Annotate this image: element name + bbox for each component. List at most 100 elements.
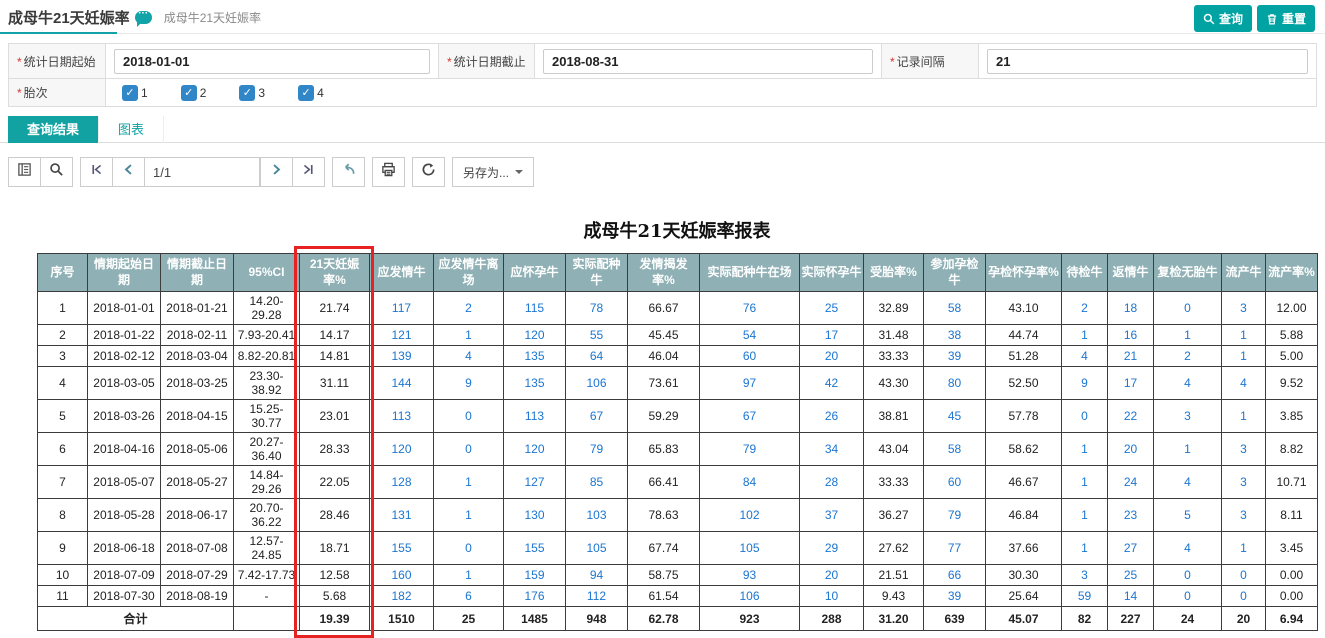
cell-link[interactable]: 4 [434,346,504,367]
report-tree-button[interactable] [8,157,41,187]
cell-link[interactable]: 3 [1222,433,1266,466]
cell-link[interactable]: 4 [1154,367,1222,400]
cell-link[interactable]: 37 [800,499,864,532]
cell-link[interactable]: 17 [800,325,864,346]
cell-link[interactable]: 102 [700,499,800,532]
cell-link[interactable]: 25 [1108,565,1154,586]
cell-link[interactable]: 20 [800,565,864,586]
tab-chart[interactable]: 图表 [98,116,164,143]
cell-link[interactable]: 77 [924,532,986,565]
cell-link[interactable]: 21 [1108,346,1154,367]
cell-link[interactable]: 16 [1108,325,1154,346]
cell-link[interactable]: 120 [504,433,566,466]
search-button[interactable] [40,157,73,187]
cell-link[interactable]: 3 [1062,565,1108,586]
cell-link[interactable]: 67 [566,400,628,433]
cell-link[interactable]: 113 [370,400,434,433]
cell-link[interactable]: 0 [434,532,504,565]
cell-link[interactable]: 28 [800,466,864,499]
cell-link[interactable]: 55 [566,325,628,346]
parity-checkbox-2[interactable]: ✓2 [181,85,207,101]
cell-link[interactable]: 23 [1108,499,1154,532]
cell-link[interactable]: 10 [800,586,864,607]
cell-link[interactable]: 1 [434,325,504,346]
cell-link[interactable]: 58 [924,292,986,325]
tab-query-results[interactable]: 查询结果 [8,116,98,143]
cell-link[interactable]: 0 [434,433,504,466]
page-number-input[interactable] [144,157,260,187]
cell-link[interactable]: 54 [700,325,800,346]
cell-link[interactable]: 27 [1108,532,1154,565]
cell-link[interactable]: 1 [1222,346,1266,367]
cell-link[interactable]: 105 [700,532,800,565]
save-as-dropdown[interactable]: 另存为... [452,157,534,187]
cell-link[interactable]: 144 [370,367,434,400]
cell-link[interactable]: 4 [1154,466,1222,499]
cell-link[interactable]: 106 [700,586,800,607]
cell-link[interactable]: 0 [1154,292,1222,325]
cell-link[interactable]: 45 [924,400,986,433]
cell-link[interactable]: 0 [1222,565,1266,586]
cell-link[interactable]: 128 [370,466,434,499]
cell-link[interactable]: 182 [370,586,434,607]
cell-link[interactable]: 131 [370,499,434,532]
cell-link[interactable]: 1 [434,499,504,532]
cell-link[interactable]: 14 [1108,586,1154,607]
cell-link[interactable]: 5 [1154,499,1222,532]
start-date-input[interactable] [114,49,430,74]
cell-link[interactable]: 3 [1154,400,1222,433]
cell-link[interactable]: 0 [1154,586,1222,607]
cell-link[interactable]: 4 [1062,346,1108,367]
cell-link[interactable]: 155 [370,532,434,565]
cell-link[interactable]: 20 [1108,433,1154,466]
cell-link[interactable]: 76 [700,292,800,325]
reset-button[interactable]: 重置 [1257,5,1315,32]
cell-link[interactable]: 60 [700,346,800,367]
cell-link[interactable]: 94 [566,565,628,586]
cell-link[interactable]: 105 [566,532,628,565]
cell-link[interactable]: 103 [566,499,628,532]
cell-link[interactable]: 1 [1222,400,1266,433]
cell-link[interactable]: 1 [1154,433,1222,466]
cell-link[interactable]: 1 [1154,325,1222,346]
cell-link[interactable]: 97 [700,367,800,400]
cell-link[interactable]: 117 [370,292,434,325]
cell-link[interactable]: 0 [1062,400,1108,433]
cell-link[interactable]: 6 [434,586,504,607]
parity-checkbox-4[interactable]: ✓4 [298,85,324,101]
cell-link[interactable]: 79 [566,433,628,466]
cell-link[interactable]: 22 [1108,400,1154,433]
cell-link[interactable]: 2 [1062,292,1108,325]
cell-link[interactable]: 80 [924,367,986,400]
last-page-button[interactable] [292,157,325,187]
cell-link[interactable]: 155 [504,532,566,565]
cell-link[interactable]: 85 [566,466,628,499]
parity-checkbox-1[interactable]: ✓1 [122,85,148,101]
cell-link[interactable]: 64 [566,346,628,367]
cell-link[interactable]: 1 [1062,466,1108,499]
cell-link[interactable]: 58 [924,433,986,466]
cell-link[interactable]: 106 [566,367,628,400]
cell-link[interactable]: 2 [434,292,504,325]
cell-link[interactable]: 42 [800,367,864,400]
cell-link[interactable]: 67 [700,400,800,433]
cell-link[interactable]: 9 [434,367,504,400]
cell-link[interactable]: 84 [700,466,800,499]
prev-page-button[interactable] [112,157,145,187]
cell-link[interactable]: 93 [700,565,800,586]
cell-link[interactable]: 1 [1062,532,1108,565]
cell-link[interactable]: 29 [800,532,864,565]
cell-link[interactable]: 26 [800,400,864,433]
cell-link[interactable]: 4 [1154,532,1222,565]
query-button[interactable]: 查询 [1194,5,1252,32]
cell-link[interactable]: 2 [1154,346,1222,367]
cell-link[interactable]: 115 [504,292,566,325]
cell-link[interactable]: 79 [924,499,986,532]
parity-checkbox-3[interactable]: ✓3 [239,85,265,101]
cell-link[interactable]: 1 [434,565,504,586]
cell-link[interactable]: 34 [800,433,864,466]
first-page-button[interactable] [80,157,113,187]
cell-link[interactable]: 4 [1222,367,1266,400]
cell-link[interactable]: 18 [1108,292,1154,325]
export-button[interactable] [412,157,445,187]
